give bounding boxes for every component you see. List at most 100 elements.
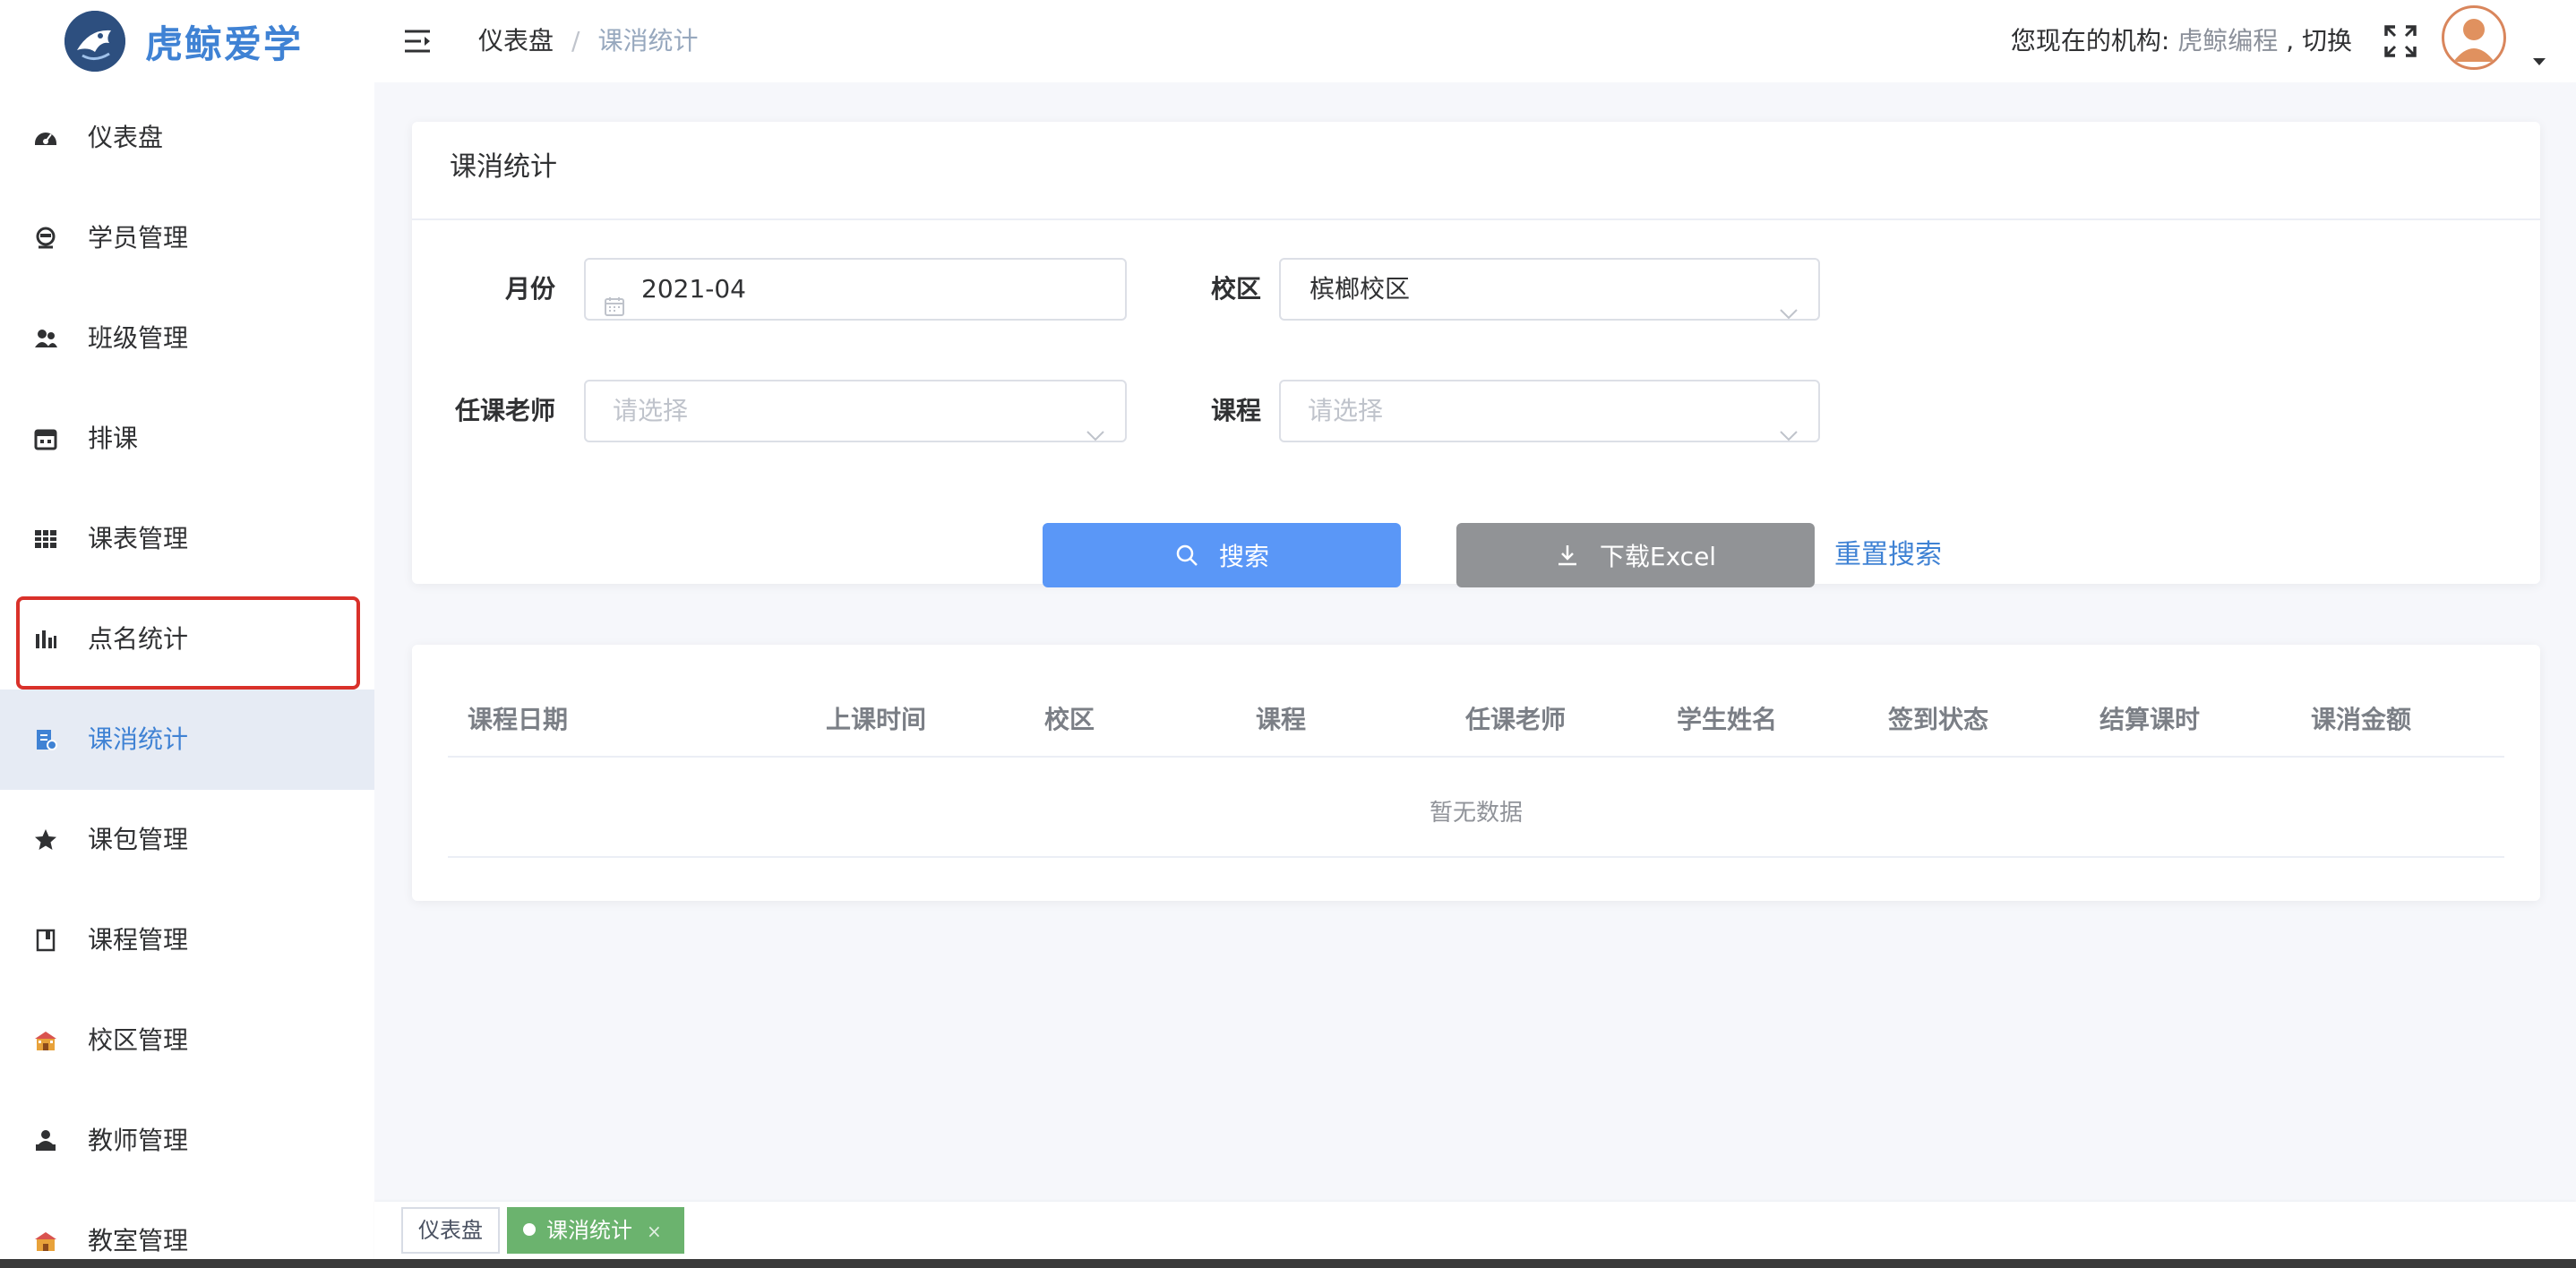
sidebar-item-courses[interactable]: 课程管理 bbox=[0, 890, 374, 990]
table-bottom-divider bbox=[448, 856, 2504, 858]
bar-chart-icon bbox=[32, 626, 59, 653]
sidebar-item-label: 教室管理 bbox=[88, 1226, 189, 1255]
sidebar-item-campuses[interactable]: 校区管理 bbox=[0, 990, 374, 1091]
tag-dashboard[interactable]: 仪表盘 bbox=[401, 1207, 500, 1254]
logo-icon bbox=[64, 11, 125, 72]
logo[interactable]: 虎鲸爱学 bbox=[0, 0, 374, 82]
sidebar-item-classrooms[interactable]: 教室管理 bbox=[0, 1191, 374, 1268]
reset-search-link[interactable]: 重置搜索 bbox=[1834, 535, 1942, 575]
sidebar-item-label: 课表管理 bbox=[88, 524, 189, 553]
tags-view-bar: 仪表盘 课消统计 × bbox=[374, 1202, 2576, 1259]
column-header: 课程 bbox=[1256, 705, 1307, 734]
sidebar-item-timetable[interactable]: 课表管理 bbox=[0, 489, 374, 589]
active-dot-icon bbox=[523, 1223, 536, 1236]
course-placeholder: 请选择 bbox=[1308, 396, 1384, 425]
download-icon bbox=[1555, 543, 1580, 568]
top-navbar: 仪表盘 / 课消统计 您现在的机构: 虎鲸编程 , 切换 bbox=[374, 0, 2576, 82]
column-header: 签到状态 bbox=[1888, 705, 1989, 734]
filter-card: 课消统计 月份 2021-04 校区 槟榔校区 任课老师 请选择 课程 请选择 bbox=[412, 122, 2540, 587]
classroom-icon bbox=[32, 1228, 59, 1255]
timetable-icon bbox=[32, 526, 59, 553]
organization-info: 您现在的机构: 虎鲸编程 , 切换 bbox=[2011, 23, 2352, 59]
tag-label: 仪表盘 bbox=[418, 1218, 483, 1243]
teacher-select[interactable]: 请选择 bbox=[584, 380, 1127, 442]
column-header: 上课时间 bbox=[826, 705, 927, 734]
sidebar-item-label: 校区管理 bbox=[88, 1025, 189, 1055]
sidebar-item-attendance-stats[interactable]: 点名统计 bbox=[0, 589, 374, 690]
sidebar-menu: 仪表盘 学员管理 班级管理 排课 课表管理 点名统计 课消统计 课包管理 课程管… bbox=[0, 88, 374, 1268]
results-table: 课程日期 上课时间 校区 课程 任课老师 学生姓名 签到状态 结算课时 课消金额… bbox=[412, 645, 2540, 901]
sidebar-item-scheduling[interactable]: 排课 bbox=[0, 389, 374, 489]
sidebar-item-label: 点名统计 bbox=[88, 624, 189, 654]
sidebar-item-teachers[interactable]: 教师管理 bbox=[0, 1091, 374, 1191]
book-icon bbox=[32, 927, 59, 954]
card-title: 课消统计 bbox=[450, 151, 557, 183]
sidebar-item-label: 教师管理 bbox=[88, 1126, 189, 1155]
school-icon bbox=[32, 1027, 59, 1054]
search-button-label: 搜索 bbox=[1218, 542, 1269, 571]
org-name: 虎鲸编程 bbox=[2177, 26, 2279, 56]
course-label: 课程 bbox=[1210, 396, 1261, 425]
search-icon bbox=[1174, 543, 1199, 568]
column-header: 校区 bbox=[1044, 705, 1095, 734]
sidebar-item-dashboard[interactable]: 仪表盘 bbox=[0, 88, 374, 188]
sidebar-item-label: 课消统计 bbox=[88, 724, 189, 754]
month-label: 月份 bbox=[504, 274, 555, 304]
month-value: 2021-04 bbox=[641, 274, 746, 304]
column-header: 课程日期 bbox=[468, 705, 569, 734]
sidebar-item-label: 学员管理 bbox=[88, 223, 189, 253]
tag-consumption-stats[interactable]: 课消统计 × bbox=[507, 1207, 684, 1254]
download-excel-label: 下载Excel bbox=[1599, 542, 1717, 571]
column-header: 课消金额 bbox=[2311, 705, 2412, 734]
window-bottom-edge bbox=[0, 1259, 2576, 1268]
close-icon[interactable]: × bbox=[647, 1221, 662, 1242]
campus-label: 校区 bbox=[1210, 274, 1261, 304]
chevron-down-icon bbox=[1086, 405, 1105, 441]
sidebar-item-label: 排课 bbox=[88, 424, 139, 453]
dashboard-icon bbox=[32, 124, 59, 151]
chevron-down-icon[interactable] bbox=[2531, 54, 2547, 65]
divider bbox=[412, 218, 2540, 220]
sidebar-item-label: 课包管理 bbox=[88, 825, 189, 854]
download-excel-button[interactable]: 下载Excel bbox=[1456, 523, 1815, 587]
star-icon bbox=[32, 827, 59, 853]
fullscreen-icon[interactable] bbox=[2383, 23, 2418, 59]
sidebar-item-label: 仪表盘 bbox=[88, 123, 164, 152]
org-switch-link[interactable]: , 切换 bbox=[2286, 26, 2352, 56]
calendar-icon bbox=[32, 425, 59, 452]
calendar-icon bbox=[604, 279, 625, 316]
empty-state-text: 暂无数据 bbox=[1429, 800, 1523, 827]
sidebar: 虎鲸爱学 仪表盘 学员管理 班级管理 排课 课表管理 点名统计 课消统计 课包管… bbox=[0, 0, 374, 1268]
hamburger-menu-icon[interactable] bbox=[403, 27, 434, 56]
month-picker[interactable]: 2021-04 bbox=[584, 258, 1127, 321]
sidebar-item-students[interactable]: 学员管理 bbox=[0, 188, 374, 288]
campus-value: 槟榔校区 bbox=[1309, 274, 1411, 304]
table-header-divider bbox=[448, 756, 2504, 758]
chevron-down-icon bbox=[1779, 283, 1799, 320]
search-button[interactable]: 搜索 bbox=[1043, 523, 1401, 587]
column-header: 任课老师 bbox=[1465, 705, 1567, 734]
sidebar-item-consumption-stats[interactable]: 课消统计 bbox=[0, 690, 374, 790]
column-header: 结算课时 bbox=[2099, 705, 2201, 734]
user-avatar[interactable] bbox=[2442, 5, 2506, 70]
column-header: 学生姓名 bbox=[1677, 705, 1778, 734]
teacher-label: 任课老师 bbox=[454, 396, 555, 425]
sidebar-item-label: 班级管理 bbox=[88, 323, 189, 353]
teacher-placeholder: 请选择 bbox=[613, 396, 689, 425]
chevron-down-icon bbox=[1779, 405, 1799, 441]
breadcrumb-home[interactable]: 仪表盘 bbox=[478, 23, 554, 59]
tag-label: 课消统计 bbox=[546, 1218, 632, 1243]
sidebar-item-packages[interactable]: 课包管理 bbox=[0, 790, 374, 890]
org-label: 您现在的机构: bbox=[2010, 26, 2170, 56]
app-title: 虎鲸爱学 bbox=[145, 22, 304, 66]
breadcrumb: 仪表盘 / 课消统计 bbox=[478, 23, 698, 59]
consumption-icon bbox=[32, 726, 59, 753]
student-icon bbox=[32, 225, 59, 252]
sidebar-item-classes[interactable]: 班级管理 bbox=[0, 288, 374, 389]
sidebar-item-label: 课程管理 bbox=[88, 925, 189, 955]
class-icon bbox=[32, 325, 59, 352]
main-content: 课消统计 月份 2021-04 校区 槟榔校区 任课老师 请选择 课程 请选择 bbox=[374, 82, 2576, 1202]
campus-select[interactable]: 槟榔校区 bbox=[1279, 258, 1820, 321]
course-select[interactable]: 请选择 bbox=[1279, 380, 1820, 442]
breadcrumb-separator: / bbox=[571, 26, 580, 56]
